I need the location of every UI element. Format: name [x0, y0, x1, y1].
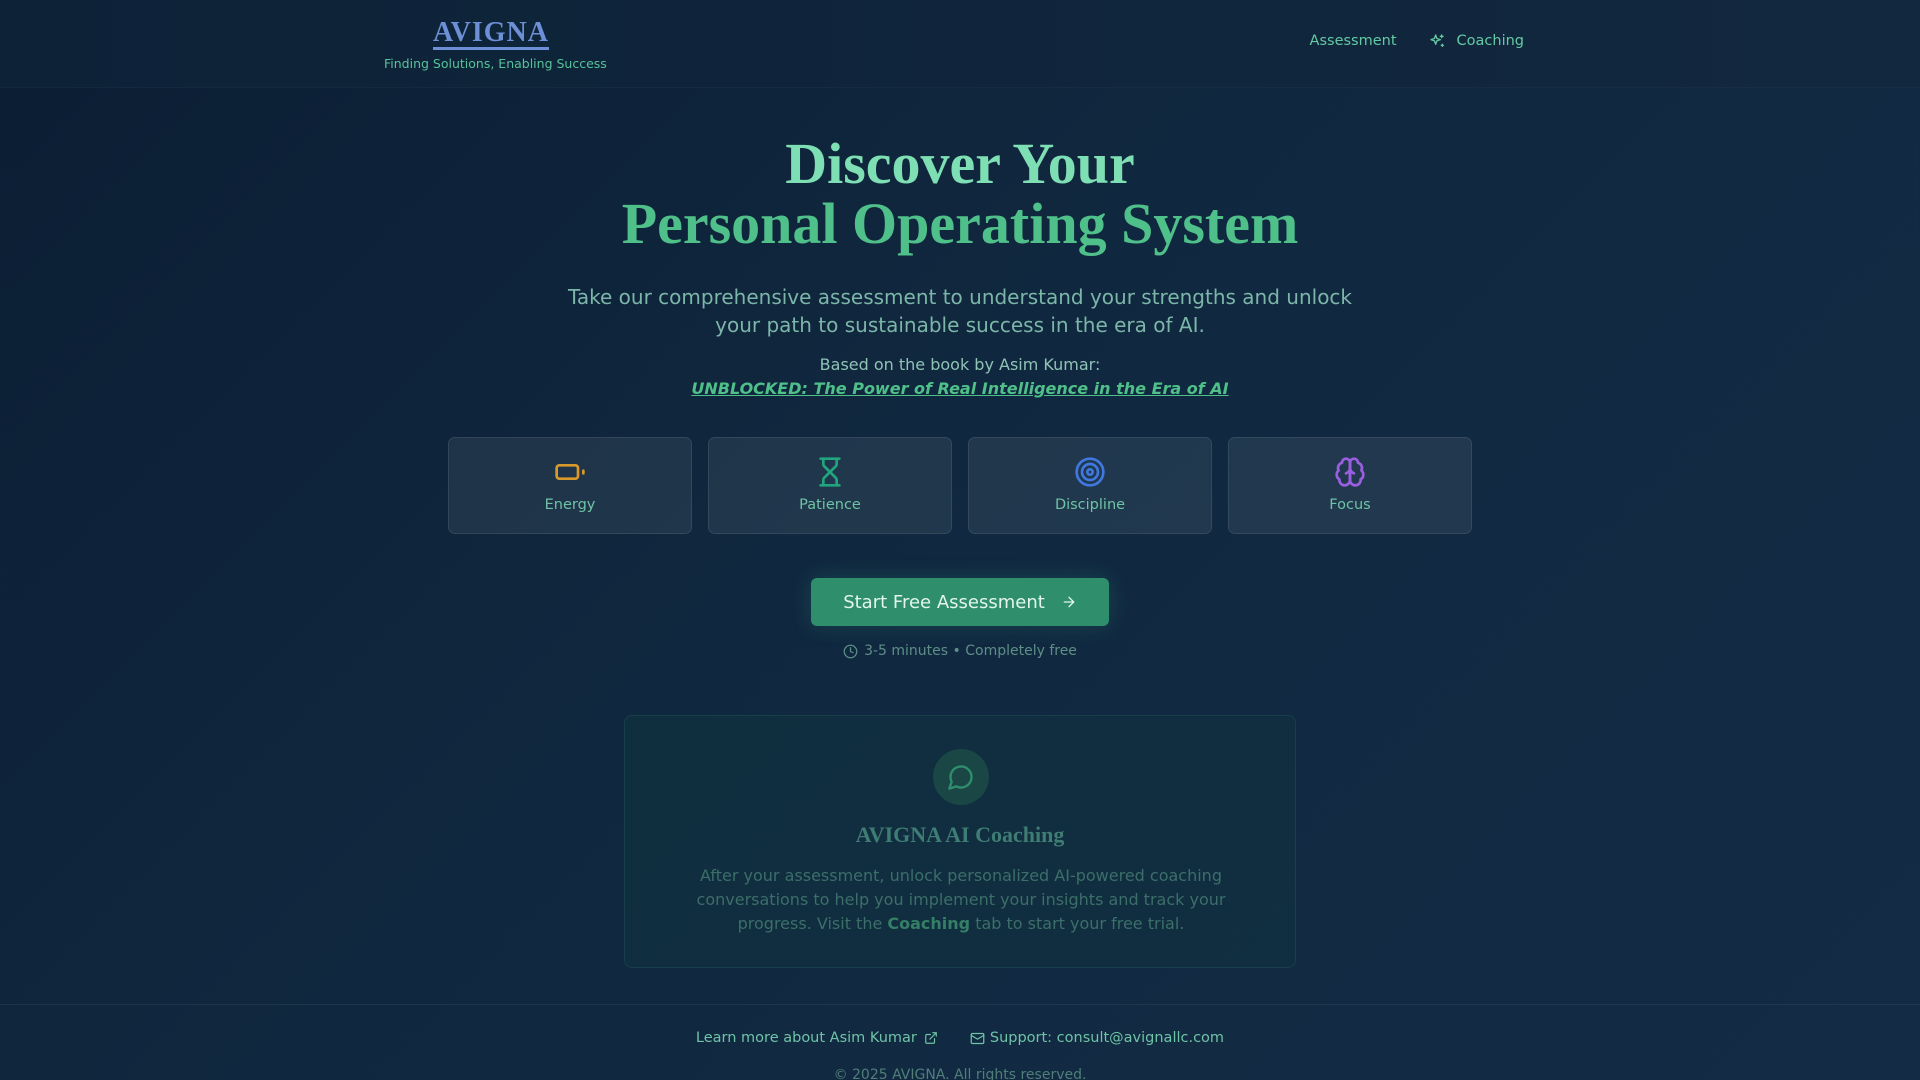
support-email-link[interactable]: Support: consult@avignallc.com — [970, 1030, 1224, 1046]
learn-more-label: Learn more about Asim Kumar — [695, 1030, 917, 1046]
top-nav: Assessment Coaching — [1310, 33, 1524, 49]
coaching-text-end: tab to start your free trial. — [970, 914, 1185, 933]
brain-icon — [1335, 457, 1365, 487]
card-focus-label: Focus — [1329, 497, 1371, 513]
battery-icon — [555, 464, 585, 480]
page-title: Discover Your Personal Operating System — [0, 134, 1920, 254]
page-title-line2: Personal Operating System — [621, 191, 1299, 256]
clock-icon — [843, 644, 858, 658]
target-icon — [1075, 457, 1105, 487]
start-assessment-label: Start Free Assessment — [843, 591, 1045, 613]
card-discipline-label: Discipline — [1054, 497, 1126, 513]
coaching-description: After your assessment, unlock personaliz… — [685, 864, 1237, 936]
brand-tagline: Finding Solutions, Enabling Success — [384, 56, 607, 71]
hero-subtitle: Take our comprehensive assessment to und… — [567, 285, 1353, 337]
coaching-text-bold: Coaching — [887, 914, 971, 933]
support-email-label: Support: consult@avignallc.com — [989, 1030, 1225, 1046]
nav-coaching-label: Coaching — [1456, 33, 1524, 49]
card-focus: Focus — [1228, 437, 1472, 534]
nav-assessment-label: Assessment — [1309, 33, 1397, 49]
card-energy-label: Energy — [544, 497, 596, 513]
card-patience-label: Patience — [799, 497, 861, 513]
book-intro: Based on the book by Asim Kumar: — [819, 355, 1101, 374]
copyright: © 2025 AVIGNA. All rights reserved. — [833, 1067, 1087, 1080]
sparkle-icon — [1429, 34, 1444, 47]
card-discipline: Discipline — [968, 437, 1212, 534]
external-link-icon — [925, 1032, 937, 1044]
avigna-logo[interactable]: AVIGNA — [433, 18, 549, 50]
card-energy: Energy — [448, 437, 692, 534]
card-patience: Patience — [708, 437, 952, 534]
book-title-link[interactable]: UNBLOCKED: The Power of Real Intelligenc… — [0, 379, 1920, 398]
site-footer: Learn more about Asim Kumar Support: con… — [0, 1004, 1920, 1080]
learn-more-link[interactable]: Learn more about Asim Kumar — [696, 1030, 938, 1046]
hourglass-icon — [819, 457, 841, 487]
brand[interactable]: AVIGNA Finding Solutions, Enabling Succe… — [384, 18, 607, 72]
page-title-line1: Discover Your — [785, 131, 1135, 196]
assessment-meta-text: 3-5 minutes • Completely free — [864, 643, 1077, 659]
mail-icon — [970, 1032, 985, 1044]
chat-icon-circle — [933, 749, 989, 805]
nav-assessment[interactable]: Assessment — [1310, 33, 1397, 49]
trait-cards: Energy Patience Discipline Focus — [448, 437, 1472, 534]
assessment-meta: 3-5 minutes • Completely free — [0, 643, 1920, 659]
chat-bubble-icon — [948, 765, 973, 790]
site-header: AVIGNA Finding Solutions, Enabling Succe… — [0, 0, 1920, 88]
arrow-right-icon — [1063, 596, 1075, 608]
footer-links: Learn more about Asim Kumar Support: con… — [0, 1030, 1920, 1046]
nav-coaching[interactable]: Coaching — [1429, 33, 1524, 49]
coaching-panel: AVIGNA AI Coaching After your assessment… — [624, 715, 1296, 968]
coaching-title: AVIGNA AI Coaching — [855, 822, 1065, 847]
start-assessment-button[interactable]: Start Free Assessment — [811, 578, 1109, 626]
